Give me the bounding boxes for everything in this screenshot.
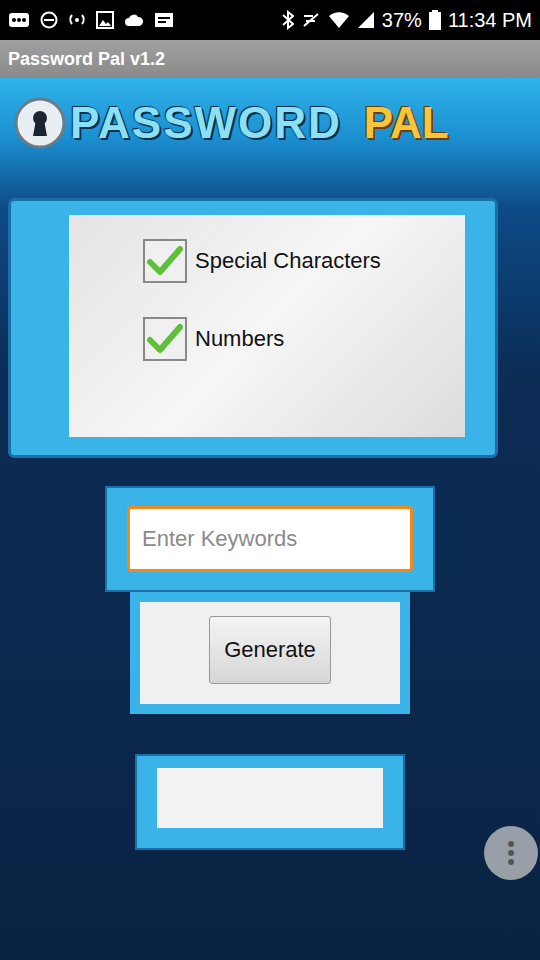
image-icon <box>96 11 114 29</box>
more-icon <box>8 12 30 28</box>
options-box: Special Characters Numbers <box>69 215 465 437</box>
overflow-menu-button[interactable] <box>484 826 538 880</box>
battery-text: 37% <box>382 9 422 32</box>
card-icon <box>154 12 174 28</box>
screen: 37% 11:34 PM Password Pal v1.2 PASSWORD PAL S… <box>0 0 540 960</box>
status-bar: 37% 11:34 PM <box>0 0 540 40</box>
window-title: Password Pal v1.2 <box>8 49 165 70</box>
option-label: Numbers <box>195 326 284 352</box>
keyhole-icon <box>14 93 66 153</box>
keywords-input[interactable] <box>127 506 413 572</box>
button-frame: Generate <box>130 592 410 714</box>
option-row[interactable]: Special Characters <box>143 239 465 283</box>
keywords-frame <box>105 486 435 592</box>
option-label: Special Characters <box>195 248 381 274</box>
battery-icon <box>429 10 441 30</box>
wifi-icon <box>328 11 350 29</box>
hotspot-icon <box>68 11 86 29</box>
app-body: PASSWORD PAL Special Characters Numbers Gene… <box>0 78 540 960</box>
signal-icon <box>357 11 375 29</box>
bluetooth-icon <box>282 10 294 30</box>
generate-button[interactable]: Generate <box>209 616 331 684</box>
no-signal-icon <box>301 10 321 30</box>
option-row[interactable]: Numbers <box>143 317 465 361</box>
check-icon <box>147 245 183 277</box>
logo-word-password: PASSWORD <box>70 98 342 148</box>
password-output <box>157 768 383 828</box>
overflow-icon <box>507 840 515 866</box>
output-frame <box>135 754 405 850</box>
title-bar: Password Pal v1.2 <box>0 40 540 78</box>
options-panel: Special Characters Numbers <box>8 198 498 458</box>
check-icon <box>147 323 183 355</box>
cloud-icon <box>124 13 144 27</box>
do-not-disturb-icon <box>40 11 58 29</box>
logo-word-pal: PAL <box>364 98 449 148</box>
clock-text: 11:34 PM <box>448 9 532 32</box>
checkbox[interactable] <box>143 317 187 361</box>
checkbox[interactable] <box>143 239 187 283</box>
logo: PASSWORD PAL <box>0 78 540 168</box>
